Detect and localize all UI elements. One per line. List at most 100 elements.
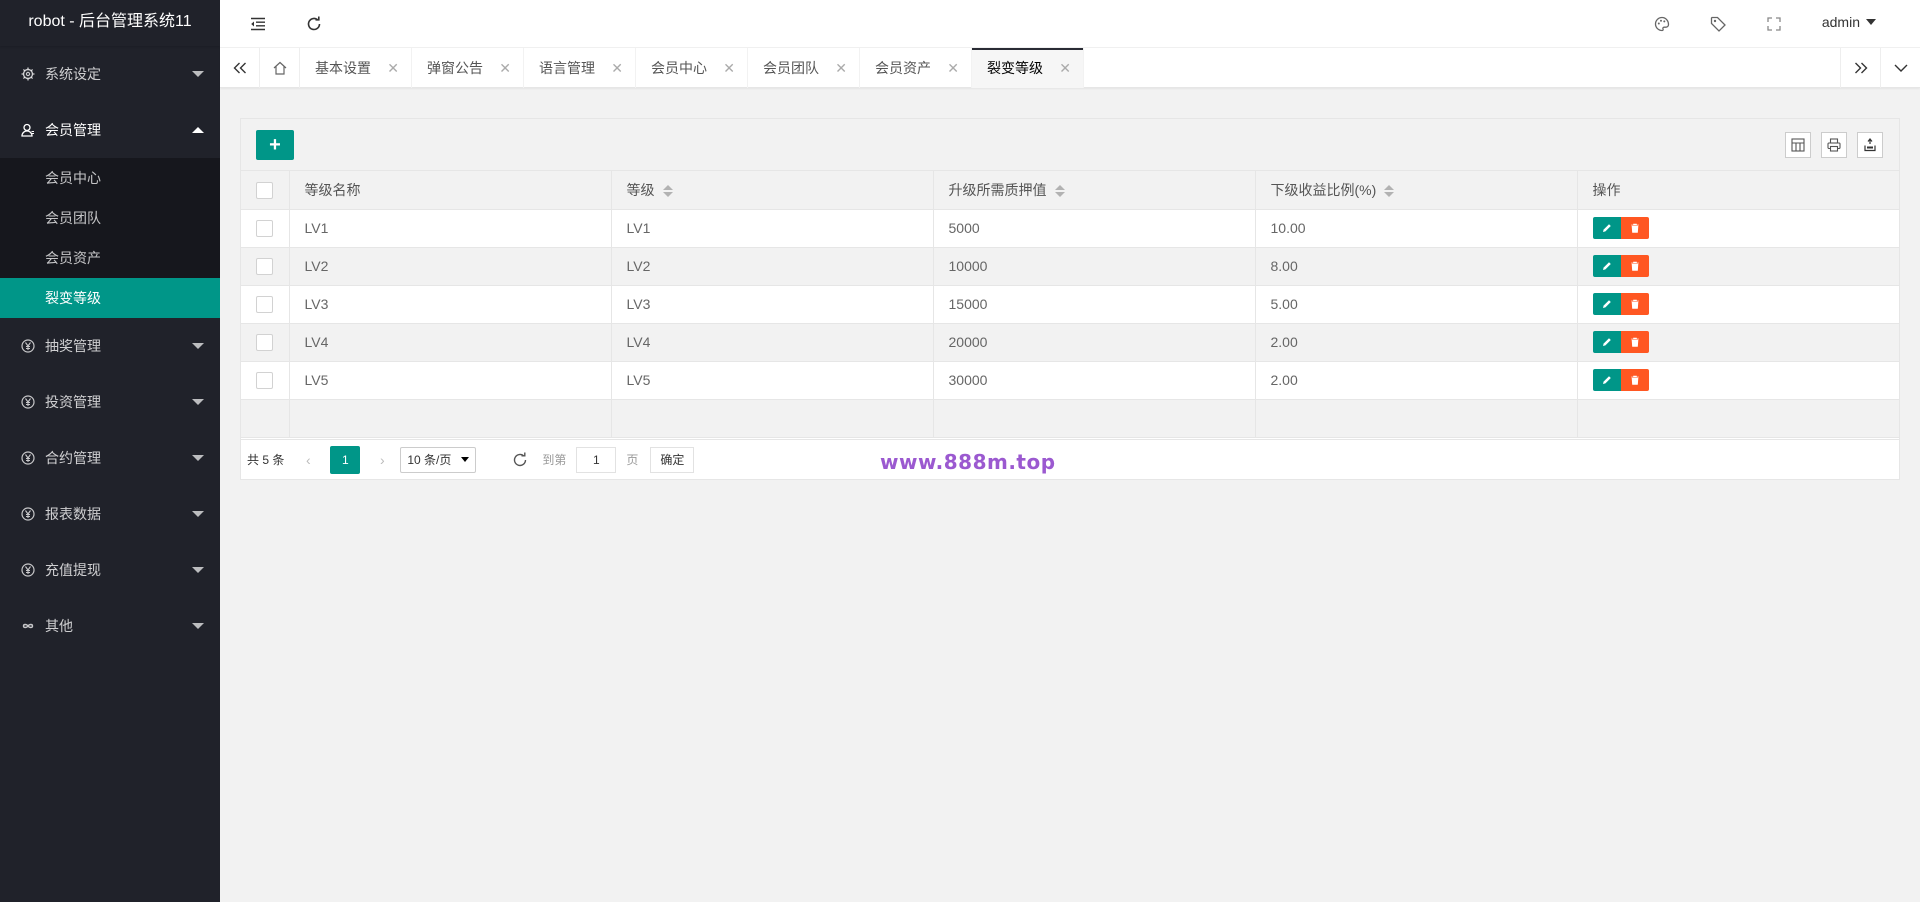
tab-popup-notice[interactable]: 弹窗公告 ✕ — [412, 48, 524, 88]
sort-icon[interactable] — [1054, 185, 1065, 198]
table-row: LV2 LV2 10000 8.00 — [241, 247, 1900, 286]
delete-button[interactable] — [1620, 293, 1649, 315]
sidebar-item-head[interactable]: 投资管理 — [0, 374, 220, 430]
sidebar-menu: 系统设定 会员管理 会员中心 会员团队 会员资产 裂变等级 抽奖管理 投资管理 … — [0, 46, 220, 654]
delete-button[interactable] — [1620, 331, 1649, 353]
delete-button[interactable] — [1620, 217, 1649, 239]
sidebar-subitem-member-team[interactable]: 会员团队 — [0, 198, 220, 238]
sidebar-item-system-settings[interactable]: 系统设定 — [0, 46, 220, 102]
sidebar-subitem-fission-level[interactable]: 裂变等级 — [0, 278, 220, 318]
empty-cell — [933, 399, 1256, 438]
home-tab-icon[interactable] — [260, 48, 300, 88]
row-checkbox[interactable] — [256, 371, 274, 389]
row-checkbox[interactable] — [256, 219, 274, 237]
tabs-scroll-right-icon[interactable] — [1840, 48, 1880, 88]
column-header[interactable]: 升级所需质押值 — [933, 171, 1256, 210]
delete-button[interactable] — [1620, 369, 1649, 391]
sidebar-item-head[interactable]: 合约管理 — [0, 430, 220, 486]
refresh-icon[interactable] — [302, 12, 326, 36]
print-icon[interactable] — [1821, 132, 1847, 158]
column-header[interactable]: 等级 — [611, 171, 934, 210]
sidebar-subitem-member-assets[interactable]: 会员资产 — [0, 238, 220, 278]
cell-name: LV5 — [289, 361, 612, 400]
user-menu[interactable]: admin — [1822, 14, 1876, 30]
column-header: 等级名称 — [289, 171, 612, 210]
cell-ratio: 8.00 — [1255, 247, 1578, 286]
palette-icon[interactable] — [1650, 12, 1674, 36]
sidebar-item-label: 会员管理 — [45, 122, 101, 138]
prev-page-icon[interactable]: ‹ — [294, 446, 322, 474]
sidebar-item-investment[interactable]: 投资管理 — [0, 374, 220, 430]
sidebar-item-reports[interactable]: 报表数据 — [0, 486, 220, 542]
column-header[interactable]: 下级收益比例(%) — [1255, 171, 1578, 210]
sidebar-item-member-management[interactable]: 会员管理 会员中心 会员团队 会员资产 裂变等级 — [0, 102, 220, 318]
next-page-icon[interactable]: › — [368, 446, 396, 474]
close-icon[interactable]: ✕ — [1059, 48, 1071, 88]
sidebar-item-other[interactable]: 其他 — [0, 598, 220, 654]
export-icon[interactable] — [1857, 132, 1883, 158]
tab-basic-settings[interactable]: 基本设置 ✕ — [300, 48, 412, 88]
page-size-select[interactable]: 10 条/页 — [400, 446, 477, 473]
tab-list: 基本设置 ✕ 弹窗公告 ✕ 语言管理 ✕ 会员中心 ✕ 会员团队 ✕ 会员资产 ✕ 裂变等级… — [300, 48, 1084, 88]
gear-icon — [20, 66, 36, 82]
row-checkbox[interactable] — [256, 295, 274, 313]
tabs-menu-chevron-down-icon[interactable] — [1880, 48, 1920, 88]
tab-member-center[interactable]: 会员中心 ✕ — [636, 48, 748, 88]
refresh-icon[interactable] — [510, 450, 530, 470]
chevron-down-icon — [461, 457, 470, 462]
close-icon[interactable]: ✕ — [499, 48, 511, 88]
sidebar-item-head[interactable]: 其他 — [0, 598, 220, 654]
edit-button[interactable] — [1592, 255, 1621, 277]
goto-confirm-button[interactable]: 确定 — [650, 446, 695, 473]
column-header-label: 操作 — [1592, 181, 1621, 198]
page-number-current[interactable]: 1 — [330, 445, 361, 474]
tab-member-team[interactable]: 会员团队 ✕ — [748, 48, 860, 88]
fullscreen-icon[interactable] — [1762, 12, 1786, 36]
delete-button[interactable] — [1620, 255, 1649, 277]
goto-page-input[interactable]: 1 — [576, 446, 617, 473]
close-icon[interactable]: ✕ — [947, 48, 959, 88]
select-all-checkbox[interactable] — [256, 181, 274, 199]
edit-button[interactable] — [1592, 331, 1621, 353]
row-checkbox-cell — [241, 209, 290, 248]
empty-cell — [289, 399, 612, 438]
username-label: admin — [1821, 14, 1860, 30]
sort-icon[interactable] — [1384, 185, 1395, 198]
sidebar-item-label: 系统设定 — [45, 66, 101, 82]
menu-collapse-icon[interactable] — [246, 12, 270, 36]
sidebar-item-deposit-withdraw[interactable]: 充值提现 — [0, 542, 220, 598]
tabs-scroll-left-icon[interactable] — [220, 48, 260, 88]
close-icon[interactable]: ✕ — [835, 48, 847, 88]
submenu: 会员中心 会员团队 会员资产 裂变等级 — [0, 158, 220, 318]
table-row: LV1 LV1 5000 10.00 — [241, 209, 1900, 248]
close-icon[interactable]: ✕ — [387, 48, 399, 88]
close-icon[interactable]: ✕ — [611, 48, 623, 88]
chevron-down-icon — [192, 511, 204, 517]
tag-icon[interactable] — [1706, 12, 1730, 36]
sidebar-item-head[interactable]: 抽奖管理 — [0, 318, 220, 374]
cell-actions — [1577, 361, 1900, 400]
edit-button[interactable] — [1592, 369, 1621, 391]
edit-button[interactable] — [1592, 293, 1621, 315]
goto-unit: 页 — [626, 453, 639, 467]
tab-language[interactable]: 语言管理 ✕ — [524, 48, 636, 88]
close-icon[interactable]: ✕ — [723, 48, 735, 88]
sidebar-item-head[interactable]: 会员管理 — [0, 102, 220, 158]
tab-fission-level[interactable]: 裂变等级 ✕ — [972, 48, 1084, 88]
row-checkbox[interactable] — [256, 333, 274, 351]
sidebar-item-head[interactable]: 充值提现 — [0, 542, 220, 598]
edit-button[interactable] — [1592, 217, 1621, 239]
sidebar-item-head[interactable]: 系统设定 — [0, 46, 220, 102]
sidebar-item-contract[interactable]: 合约管理 — [0, 430, 220, 486]
add-button[interactable]: + — [256, 130, 294, 160]
sidebar-item-lottery[interactable]: 抽奖管理 — [0, 318, 220, 374]
tab-member-assets[interactable]: 会员资产 ✕ — [860, 48, 972, 88]
columns-filter-icon[interactable] — [1785, 132, 1811, 158]
sort-icon[interactable] — [662, 185, 673, 198]
table-panel: + 等级名称 等级 升级所需质押值 下级收益比例(%) 操作 LV1 LV1 5… — [240, 118, 1900, 480]
sidebar-subitem-member-center[interactable]: 会员中心 — [0, 158, 220, 198]
row-checkbox[interactable] — [256, 257, 274, 275]
goto-label: 到第 — [542, 453, 567, 467]
sidebar-item-head[interactable]: 报表数据 — [0, 486, 220, 542]
chevron-down-icon — [192, 399, 204, 405]
